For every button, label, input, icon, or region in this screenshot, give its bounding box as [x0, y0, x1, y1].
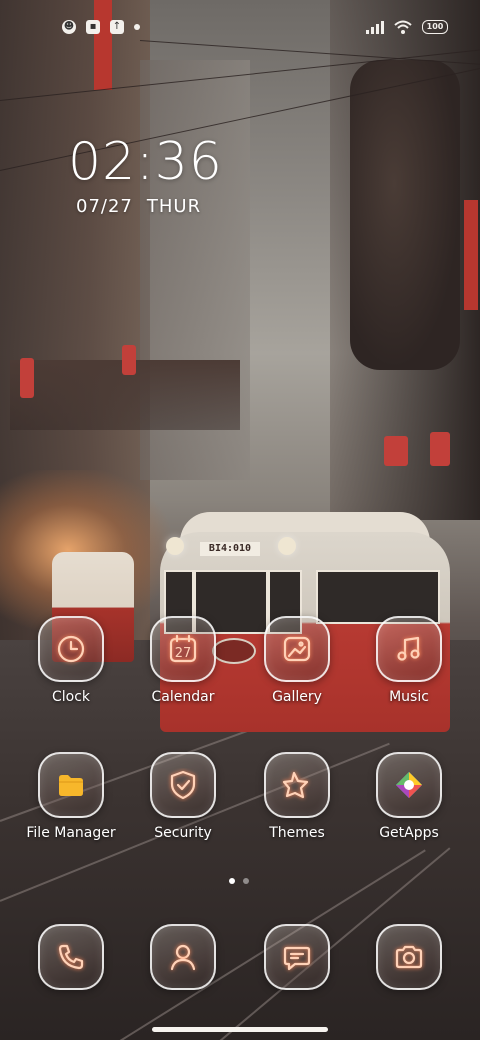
clock-weekday: THUR: [146, 196, 202, 217]
app-label: Themes: [269, 825, 325, 841]
app-file-manager[interactable]: File Manager: [16, 752, 126, 841]
clock-icon: [38, 616, 104, 682]
page-dot[interactable]: [243, 878, 249, 884]
app-themes[interactable]: Themes: [242, 752, 352, 841]
dot-icon: [134, 24, 140, 30]
app-label: Calendar: [151, 689, 215, 705]
camera-icon: [376, 924, 442, 990]
home-indicator[interactable]: [152, 1027, 328, 1032]
face-icon: ☻: [62, 20, 76, 34]
image-icon: ▪: [86, 20, 100, 34]
status-bar: ☻ ▪ ↑ 100: [0, 0, 480, 50]
upload-icon: ↑: [110, 20, 124, 34]
star-icon: [264, 752, 330, 818]
wifi-icon: [394, 20, 412, 34]
signal-icon: [366, 20, 384, 34]
tram-headlight: [166, 537, 184, 555]
page-dot-active[interactable]: [229, 878, 235, 884]
app-music[interactable]: Music: [354, 616, 464, 705]
wallpaper-sign: [464, 200, 478, 310]
status-right-icons: 100: [366, 20, 448, 34]
status-left-icons: ☻ ▪ ↑: [62, 20, 140, 34]
dock-phone[interactable]: [16, 924, 126, 990]
dock-camera[interactable]: [354, 924, 464, 990]
clock-date: 07/27: [76, 196, 133, 217]
app-security[interactable]: Security: [128, 752, 238, 841]
app-gallery[interactable]: Gallery: [242, 616, 352, 705]
app-label: GetApps: [379, 825, 439, 841]
app-getapps[interactable]: GetApps: [354, 752, 464, 841]
folder-icon: [38, 752, 104, 818]
app-clock[interactable]: Clock: [16, 616, 126, 705]
dock-contacts[interactable]: [128, 924, 238, 990]
battery-icon: 100: [422, 20, 448, 34]
wallpaper-tower-right: [350, 60, 460, 370]
contacts-icon: [150, 924, 216, 990]
wallpaper-lantern: [20, 358, 34, 398]
phone-icon: [38, 924, 104, 990]
calendar-badge: 27: [175, 646, 192, 661]
gallery-icon: [264, 616, 330, 682]
wallpaper-lantern: [384, 436, 408, 466]
shield-icon: [150, 752, 216, 818]
app-label: File Manager: [26, 825, 116, 841]
app-label: Music: [389, 689, 429, 705]
getapps-icon: [376, 752, 442, 818]
calendar-icon: 27: [150, 616, 216, 682]
app-calendar[interactable]: 27 Calendar: [128, 616, 238, 705]
clock-time[interactable]: 02:36: [68, 132, 223, 192]
tram-destination-sign: BI4:010: [200, 542, 260, 556]
app-label: Security: [154, 825, 212, 841]
app-label: Gallery: [272, 689, 322, 705]
wallpaper-lantern: [430, 432, 450, 466]
page-indicator: [229, 878, 249, 884]
messages-icon: [264, 924, 330, 990]
app-label: Clock: [51, 689, 91, 705]
dock-messages[interactable]: [242, 924, 352, 990]
clock-date-row[interactable]: 07/27 THUR: [76, 196, 215, 217]
tram-headlight: [278, 537, 296, 555]
music-icon: [376, 616, 442, 682]
wallpaper-lantern: [122, 345, 136, 375]
